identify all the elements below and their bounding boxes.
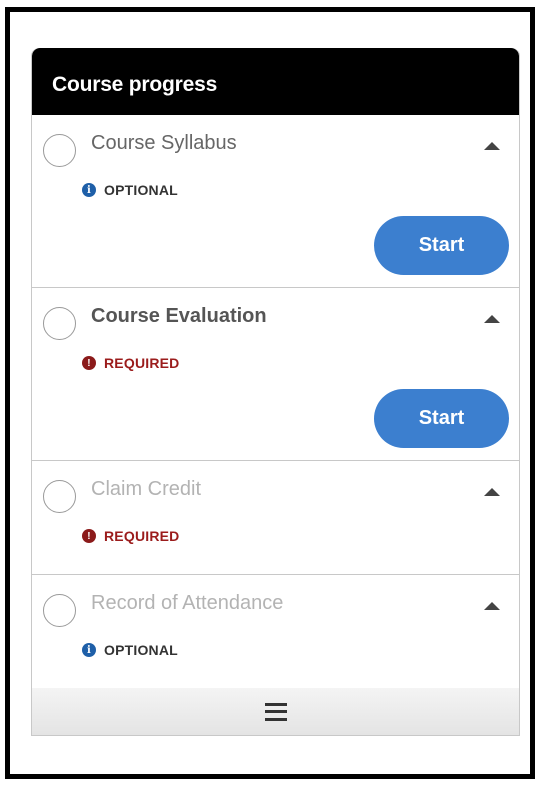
status-label: OPTIONAL — [104, 642, 178, 658]
completion-radio[interactable] — [43, 307, 76, 340]
panel-footer — [32, 688, 519, 735]
caret-up-icon[interactable] — [484, 488, 500, 496]
progress-item-course-syllabus: Course Syllabus i OPTIONAL Start — [32, 115, 519, 288]
status-badge: ! REQUIRED — [82, 355, 180, 371]
status-label: REQUIRED — [104, 355, 180, 371]
progress-item-record-of-attendance: Record of Attendance i OPTIONAL — [32, 575, 519, 689]
item-title[interactable]: Course Evaluation — [91, 305, 267, 328]
course-progress-panel: Course progress Course Syllabus i OPTION… — [31, 48, 520, 736]
status-label: OPTIONAL — [104, 182, 178, 198]
start-button[interactable]: Start — [374, 389, 509, 448]
item-title[interactable]: Record of Attendance — [91, 592, 283, 615]
completion-radio[interactable] — [43, 134, 76, 167]
progress-item-course-evaluation: Course Evaluation ! REQUIRED Start — [32, 288, 519, 461]
item-title[interactable]: Claim Credit — [91, 478, 201, 501]
alert-icon: ! — [82, 356, 96, 370]
completion-radio[interactable] — [43, 594, 76, 627]
status-badge: i OPTIONAL — [82, 642, 178, 658]
info-icon: i — [82, 643, 96, 657]
alert-icon: ! — [82, 529, 96, 543]
status-label: REQUIRED — [104, 528, 180, 544]
caret-up-icon[interactable] — [484, 602, 500, 610]
item-title[interactable]: Course Syllabus — [91, 132, 237, 155]
caret-up-icon[interactable] — [484, 142, 500, 150]
progress-item-claim-credit: Claim Credit ! REQUIRED — [32, 461, 519, 575]
panel-title: Course progress — [32, 48, 519, 115]
status-badge: ! REQUIRED — [82, 528, 180, 544]
start-button[interactable]: Start — [374, 216, 509, 275]
hamburger-menu-icon[interactable] — [264, 702, 287, 721]
completion-radio[interactable] — [43, 480, 76, 513]
caret-up-icon[interactable] — [484, 315, 500, 323]
status-badge: i OPTIONAL — [82, 182, 178, 198]
info-icon: i — [82, 183, 96, 197]
